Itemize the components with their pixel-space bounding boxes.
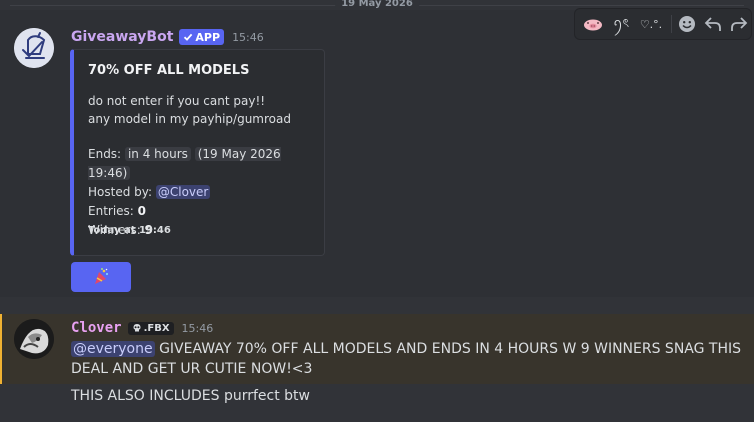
pig-emoji-reaction[interactable] bbox=[579, 9, 607, 39]
giveaway-embed: 70% OFF ALL MODELS do not enter if you c… bbox=[70, 49, 325, 256]
add-reaction-button[interactable] bbox=[675, 9, 699, 39]
giveawaybot-avatar[interactable] bbox=[14, 28, 54, 68]
app-badge: APP bbox=[179, 29, 225, 45]
forward-icon bbox=[731, 17, 748, 31]
checkmark-icon bbox=[184, 33, 193, 41]
sparkle-emoji-icon: ♡.°. bbox=[639, 17, 663, 31]
embed-desc-line-2: any model in my payhip/gumroad bbox=[88, 112, 291, 126]
forward-button[interactable] bbox=[727, 9, 751, 39]
skull-icon bbox=[133, 324, 141, 332]
ends-label: Ends: bbox=[88, 147, 122, 161]
everyone-mention[interactable]: @everyone bbox=[71, 341, 155, 357]
embed-desc-line-1: do not enter if you cant pay!! bbox=[88, 94, 266, 108]
bot-username[interactable]: GiveawayBot bbox=[71, 29, 173, 45]
clover-avatar[interactable] bbox=[14, 319, 54, 359]
doodle-emoji-icon: ꪆৎ bbox=[612, 15, 630, 30]
host-mention[interactable]: @Clover bbox=[155, 185, 211, 199]
server-tag-text: .FBX bbox=[143, 322, 170, 334]
embed-title: 70% OFF ALL MODELS bbox=[88, 63, 250, 78]
bot-author-line: GiveawayBot APP 15:46 bbox=[71, 28, 264, 46]
entries-row: Entries: 0 bbox=[88, 202, 324, 221]
app-badge-label: APP bbox=[195, 30, 221, 44]
embed-description: do not enter if you cant pay!! any model… bbox=[88, 92, 291, 128]
entries-label: Entries: bbox=[88, 204, 134, 218]
reply-button[interactable] bbox=[701, 9, 725, 39]
pig-emoji-icon bbox=[584, 19, 602, 31]
entries-value: 0 bbox=[137, 204, 147, 218]
ends-relative-text: in 4 hours bbox=[127, 147, 188, 161]
reply-icon bbox=[704, 17, 721, 31]
enter-giveaway-button[interactable] bbox=[71, 262, 131, 292]
party-popper-icon bbox=[95, 268, 109, 284]
ends-relative-time[interactable]: in 4 hours bbox=[124, 147, 191, 161]
embed-footer: Today at 19:46 bbox=[88, 225, 171, 236]
server-tag-badge[interactable]: .FBX bbox=[127, 321, 174, 335]
clover-message-time[interactable]: 15:46 bbox=[182, 322, 214, 335]
doodle-emoji-reaction[interactable]: ꪆৎ bbox=[609, 9, 633, 39]
message-hover-toolbar: ꪆৎ ♡.°. bbox=[574, 8, 752, 40]
hosted-label: Hosted by: bbox=[88, 185, 153, 199]
clover-followup-message[interactable]: THIS ALSO INCLUDES purrfect btw bbox=[71, 386, 310, 406]
toolbar-divider bbox=[671, 15, 672, 33]
giveaway-message[interactable]: GiveawayBot APP 15:46 70% OFF ALL MODELS… bbox=[0, 10, 754, 297]
add-reaction-icon bbox=[679, 16, 695, 32]
sparkle-emoji-reaction[interactable]: ♡.°. bbox=[635, 9, 667, 39]
clover-message[interactable]: Clover .FBX 15:46 @everyone GIVEAWAY 70%… bbox=[0, 314, 754, 384]
date-divider-label: 19 May 2026 bbox=[335, 0, 419, 9]
ends-row: Ends: in 4 hours (19 May 2026 19:46) bbox=[88, 145, 324, 183]
clover-message-body: GIVEAWAY 70% OFF ALL MODELS AND ENDS IN … bbox=[71, 341, 742, 377]
bot-message-time[interactable]: 15:46 bbox=[232, 31, 264, 44]
clover-author-line: Clover .FBX 15:46 bbox=[71, 319, 213, 337]
clover-username[interactable]: Clover bbox=[71, 320, 122, 336]
hosted-row: Hosted by: @Clover bbox=[88, 183, 324, 202]
clover-message-text: @everyone GIVEAWAY 70% OFF ALL MODELS AN… bbox=[71, 339, 751, 379]
